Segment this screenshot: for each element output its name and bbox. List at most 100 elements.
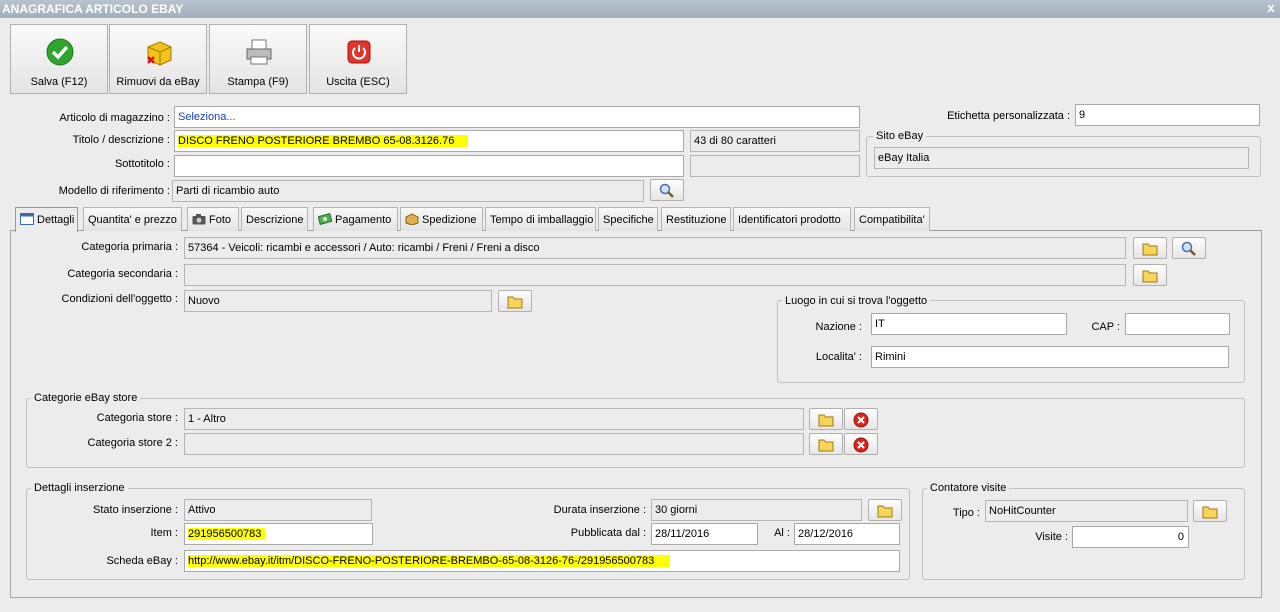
nation-input[interactable]: IT [871, 313, 1067, 335]
to-label: Al : [774, 527, 790, 539]
tab-specifiche[interactable]: Specifiche [598, 207, 658, 231]
published-label: Pubblicata dal : [570, 527, 646, 539]
folder-icon [1142, 243, 1158, 256]
tab-label: Descrizione [246, 214, 304, 226]
model-label: Modello di riferimento : [58, 185, 170, 197]
counter-type-field: NoHitCounter [985, 500, 1188, 522]
char-counter: 43 di 80 caratteri [690, 130, 860, 152]
primary-category-search-button[interactable] [1172, 237, 1206, 259]
remove-from-ebay-button[interactable]: Rimuovi da eBay [109, 24, 207, 94]
visits-label: Visite : [1035, 531, 1068, 543]
tab-restituzione[interactable]: Restituzione [661, 207, 731, 231]
window-title: ANAGRAFICA ARTICOLO EBAY [0, 0, 1280, 18]
sheet-value: http://www.ebay.it/itm/DISCO-FRENO-POSTE… [188, 555, 671, 567]
cap-input[interactable] [1125, 313, 1230, 335]
tab-dettagli[interactable]: Dettagli [15, 207, 78, 232]
folder-icon [877, 505, 893, 518]
condition-browse-button[interactable] [498, 290, 532, 312]
visits-input[interactable]: 0 [1072, 526, 1189, 548]
subtitle-input[interactable] [174, 155, 684, 177]
store-category2-field [184, 433, 804, 455]
box-remove-icon [147, 41, 172, 66]
listing-group-title: Dettagli inserzione [31, 481, 128, 495]
folder-icon [1142, 270, 1158, 283]
secondary-category-browse-button[interactable] [1133, 264, 1167, 286]
tab-label: Compatibilita' [859, 214, 925, 226]
site-group-title: Sito eBay [873, 129, 927, 143]
model-search-button[interactable] [650, 179, 684, 201]
close-icon[interactable]: x [1264, 1, 1278, 15]
article-label: Articolo di magazzino : [59, 112, 170, 124]
print-button[interactable]: Stampa (F9) [209, 24, 307, 94]
store-category-browse-button[interactable] [809, 408, 843, 430]
tab-identificatori-prodotto[interactable]: Identificatori prodotto [733, 207, 851, 231]
tab-spedizione[interactable]: Spedizione [400, 207, 483, 231]
save-label: Salva (F12) [30, 76, 88, 88]
store-category-clear-button[interactable] [844, 408, 878, 430]
print-label: Stampa (F9) [227, 76, 289, 88]
exit-button[interactable]: Uscita (ESC) [309, 24, 407, 94]
custom-label-input[interactable]: 9 [1075, 104, 1260, 126]
primary-category-browse-button[interactable] [1133, 237, 1167, 259]
duration-browse-button[interactable] [868, 499, 902, 521]
counter-type-browse-button[interactable] [1193, 500, 1227, 522]
tab-compatibilita[interactable]: Compatibilita' [854, 207, 930, 231]
title-input[interactable]: DISCO FRENO POSTERIORE BREMBO 65-08.3126… [174, 130, 684, 152]
tab-label: Foto [209, 214, 232, 226]
subtitle-counter [690, 155, 860, 177]
tab-foto[interactable]: Foto [187, 207, 239, 231]
save-button[interactable]: Salva (F12) [10, 24, 108, 94]
item-value: 291956500783 [188, 528, 266, 540]
counter-group-title: Contatore visite [927, 481, 1010, 495]
camera-icon [192, 214, 206, 225]
tab-descrizione[interactable]: Descrizione [241, 207, 308, 231]
tab-label: Restituzione [666, 214, 727, 226]
secondary-category-label: Categoria secondaria : [67, 268, 178, 280]
sheet-link[interactable]: http://www.ebay.it/itm/DISCO-FRENO-POSTE… [184, 550, 900, 572]
tab-label: Tempo di imballaggio [490, 214, 594, 226]
tab-quantita-prezzo[interactable]: Quantita' e prezzo [83, 207, 182, 231]
tab-label: Pagamento [335, 214, 392, 226]
printer-icon [246, 39, 272, 65]
calendar-icon [20, 213, 34, 225]
city-input[interactable]: Rimini [871, 346, 1229, 368]
model-field: Parti di ricambio auto [172, 180, 644, 202]
folder-icon [818, 414, 834, 427]
secondary-category-field [184, 264, 1126, 286]
duration-label: Durata inserzione : [553, 504, 646, 516]
store-category2-browse-button[interactable] [809, 433, 843, 455]
condition-label: Condizioni dell'oggetto : [61, 293, 178, 305]
box-icon [405, 213, 419, 225]
tab-pagamento[interactable]: Pagamento [313, 207, 398, 231]
subtitle-label: Sottotitolo : [114, 158, 170, 170]
tab-label: Identificatori prodotto [738, 214, 841, 226]
folder-icon [818, 439, 834, 452]
cap-label: CAP : [1091, 321, 1120, 333]
published-input[interactable]: 28/11/2016 [651, 523, 758, 545]
to-input[interactable]: 28/12/2016 [794, 523, 900, 545]
site-field: eBay Italia [874, 147, 1249, 169]
title-label: Titolo / descrizione : [72, 134, 170, 146]
exit-label: Uscita (ESC) [326, 76, 390, 88]
power-icon [347, 40, 371, 64]
tab-label: Spedizione [422, 214, 477, 226]
primary-category-label: Categoria primaria : [81, 241, 178, 253]
article-select[interactable]: Seleziona... [174, 106, 860, 128]
store-category2-clear-button[interactable] [844, 433, 878, 455]
money-icon [318, 213, 332, 225]
item-input[interactable]: 291956500783 [184, 523, 373, 545]
tab-label: Quantita' e prezzo [88, 214, 177, 226]
check-icon [46, 38, 74, 66]
status-label: Stato inserzione : [93, 504, 178, 516]
store-group-title: Categorie eBay store [31, 391, 141, 405]
tab-tempo-imballaggio[interactable]: Tempo di imballaggio [485, 207, 596, 231]
store-category-label: Categoria store : [96, 412, 178, 424]
item-label: Item : [150, 527, 178, 539]
counter-type-label: Tipo : [952, 507, 980, 519]
nation-label: Nazione : [815, 321, 862, 333]
duration-field: 30 giorni [651, 499, 862, 521]
delete-icon [853, 412, 869, 428]
sheet-label: Scheda eBay : [106, 555, 178, 567]
magnifier-icon [1181, 241, 1196, 256]
folder-icon [507, 296, 523, 309]
